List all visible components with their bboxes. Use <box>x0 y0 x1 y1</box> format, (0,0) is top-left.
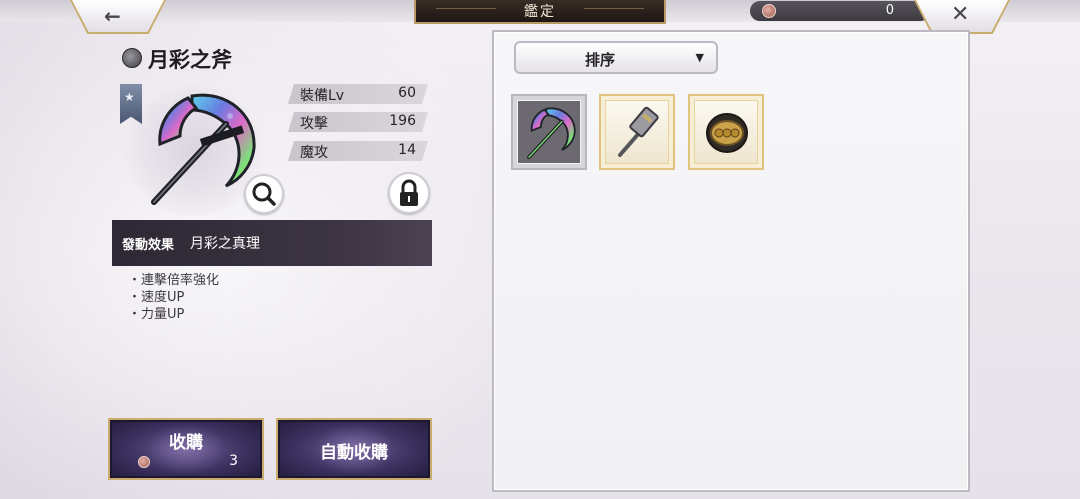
buy-button[interactable]: 收購 3 <box>108 418 264 480</box>
inventory-slot-moon-axe[interactable] <box>511 94 587 170</box>
effect-list: ・連擊倍率強化 ・速度UP ・力量UP <box>128 272 219 323</box>
stat-value: 14 <box>398 142 416 158</box>
slot-background <box>694 100 758 164</box>
effect-heading: 發動效果 <box>122 238 175 253</box>
currency-display: 0 <box>750 1 930 21</box>
sort-dropdown[interactable]: 排序 ▼ <box>514 41 718 74</box>
effect-bar: 發動效果 月彩之真理 <box>112 220 432 266</box>
effect-name: 月彩之真理 <box>190 236 260 252</box>
auto-buy-button-label: 自動收購 <box>320 443 388 463</box>
stat-label: 裝備Lv <box>300 88 345 104</box>
lock-icon <box>400 179 418 206</box>
effect-item: ・速度UP <box>128 290 185 305</box>
effect-item: ・力量UP <box>128 307 185 322</box>
star-icon: ★ <box>124 90 135 104</box>
auto-buy-button[interactable]: 自動收購 <box>276 418 432 480</box>
sort-label: 排序 <box>584 51 615 69</box>
effect-item: ・連擊倍率強化 <box>128 273 220 288</box>
inventory-slot-hammer[interactable] <box>599 94 675 170</box>
item-name: 月彩之斧 <box>148 47 232 72</box>
stat-row-level: 裝備Lv 60 <box>288 84 428 104</box>
coin-icon <box>138 456 150 468</box>
hammer-icon <box>618 106 659 157</box>
bracelet-icon <box>706 113 748 153</box>
stat-value: 196 <box>389 113 416 129</box>
stat-label: 魔攻 <box>300 145 328 161</box>
stat-label: 攻擊 <box>300 116 328 132</box>
page-title: 鑑定 <box>414 0 666 24</box>
chevron-down-icon: ▼ <box>695 51 704 64</box>
buy-cost: 3 <box>229 453 238 469</box>
slot-background <box>605 100 669 164</box>
stat-value: 60 <box>398 85 416 101</box>
inspect-button[interactable] <box>244 174 284 214</box>
currency-amount: 0 <box>885 3 894 18</box>
coin-icon <box>762 4 776 18</box>
close-icon: ✕ <box>951 2 970 27</box>
slot-background <box>517 100 581 164</box>
inventory-slot-ring[interactable] <box>688 94 764 170</box>
moon-axe-icon <box>527 107 576 160</box>
lock-button[interactable] <box>388 172 430 214</box>
stat-row-attack: 攻擊 196 <box>288 112 428 132</box>
buy-button-label: 收購 <box>169 433 203 453</box>
weapon-type-icon <box>122 48 142 68</box>
magnifier-icon <box>252 182 276 206</box>
stat-row-magic-attack: 魔攻 14 <box>288 141 428 161</box>
back-arrow-icon: ← <box>104 4 121 28</box>
